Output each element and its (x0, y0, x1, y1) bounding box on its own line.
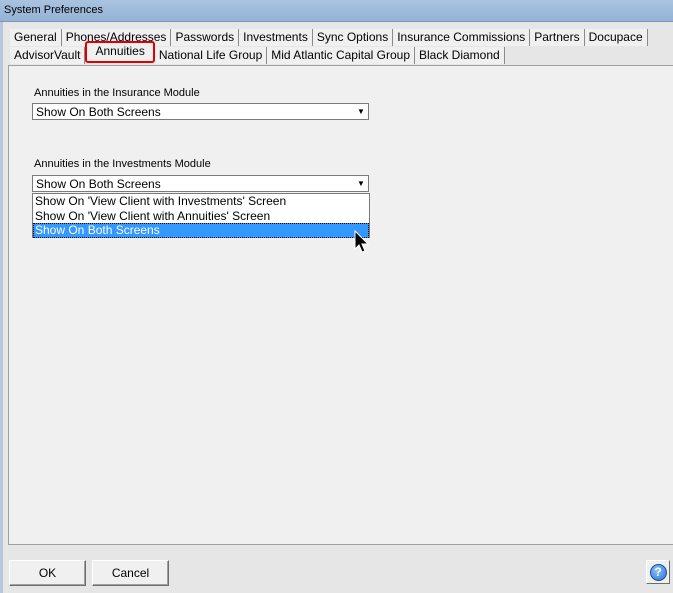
insurance-module-select[interactable]: Show On Both Screens ▼ (32, 103, 369, 120)
tab-mid-atlantic-capital-group[interactable]: Mid Atlantic Capital Group (267, 47, 415, 64)
dialog-frame: General Phones/Addresses Passwords Inves… (0, 22, 673, 593)
tab-passwords[interactable]: Passwords (171, 29, 240, 46)
tab-annuities[interactable]: Annuities (85, 41, 155, 63)
tab-row-2: AdvisorVault Annuities National Life Gro… (10, 41, 505, 64)
title-bar: System Preferences (0, 0, 673, 22)
chevron-down-icon[interactable]: ▼ (354, 176, 368, 191)
tab-sync-options[interactable]: Sync Options (312, 29, 394, 46)
tab-advisorvault[interactable]: AdvisorVault (10, 47, 86, 64)
annuities-panel: Annuities in the Insurance Module Show O… (8, 65, 673, 545)
investments-module-select[interactable]: Show On Both Screens ▼ (32, 175, 369, 192)
help-icon: ? (649, 563, 667, 581)
chevron-down-icon[interactable]: ▼ (354, 104, 368, 119)
dropdown-option-selected[interactable]: Show On Both Screens (33, 223, 369, 238)
tab-docupace[interactable]: Docupace (584, 29, 648, 46)
tab-investments[interactable]: Investments (239, 29, 313, 46)
tab-national-life-group[interactable]: National Life Group (154, 47, 268, 64)
dropdown-option[interactable]: Show On 'View Client with Investments' S… (33, 194, 369, 209)
tab-insurance-commissions[interactable]: Insurance Commissions (393, 29, 531, 46)
investments-module-value: Show On Both Screens (36, 177, 161, 191)
tab-partners[interactable]: Partners (530, 29, 585, 46)
insurance-module-value: Show On Both Screens (36, 105, 161, 119)
cancel-button[interactable]: Cancel (92, 560, 169, 586)
window-title: System Preferences (4, 4, 104, 16)
dropdown-option[interactable]: Show On 'View Client with Annuities' Scr… (33, 209, 369, 224)
mouse-cursor-icon (354, 230, 370, 253)
insurance-module-label: Annuities in the Insurance Module (34, 87, 200, 99)
tab-black-diamond[interactable]: Black Diamond (415, 47, 505, 64)
ok-button[interactable]: OK (9, 560, 86, 586)
investments-module-label: Annuities in the Investments Module (34, 158, 211, 170)
investments-module-dropdown: Show On 'View Client with Investments' S… (32, 193, 370, 238)
help-button[interactable]: ? (646, 560, 670, 584)
tab-general[interactable]: General (10, 29, 62, 46)
